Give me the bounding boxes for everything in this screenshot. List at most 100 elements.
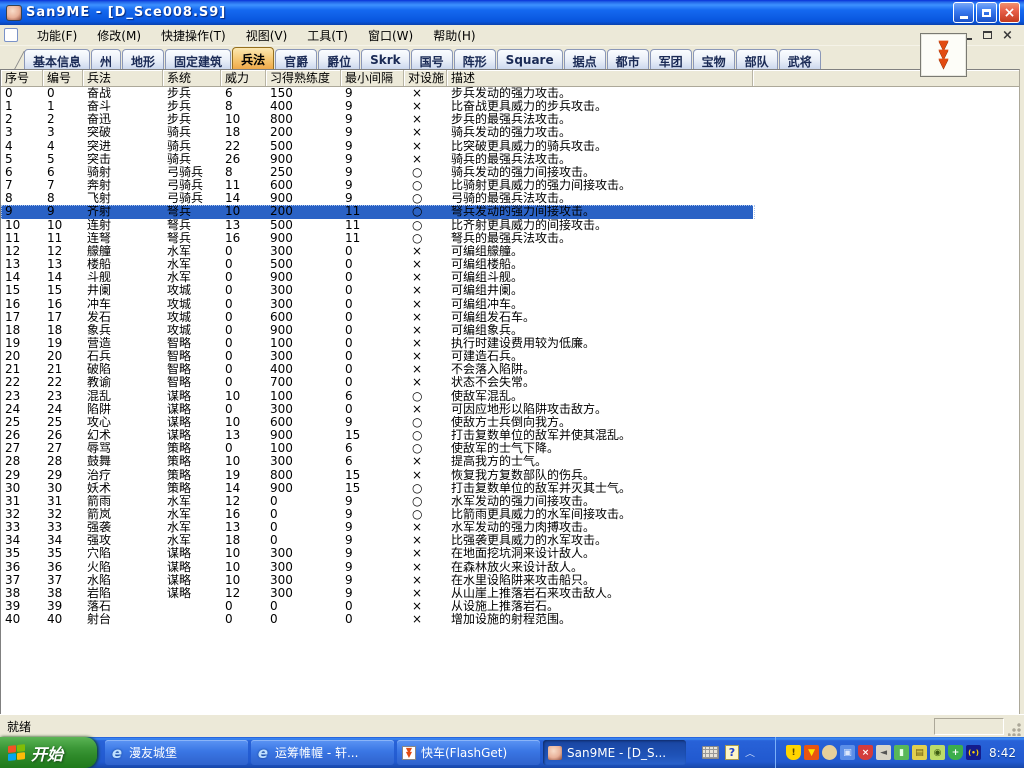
volume-icon[interactable]: ◄ xyxy=(876,745,892,760)
table-row[interactable]: 21 21 破陷 智略 0 400 0 × 不会落入陷阱。 xyxy=(1,363,1019,377)
toolbar-expand-icon[interactable]: ︿ xyxy=(745,747,755,759)
column-header[interactable]: 兵法 xyxy=(83,70,163,86)
table-row[interactable]: 34 34 强攻 水军 18 0 9 × 比强袭更具威力的水军攻击。 xyxy=(1,534,1019,548)
table-row[interactable]: 19 19 营造 智略 0 100 0 × 执行时建设费用较为低廉。 xyxy=(1,336,1019,351)
table-row[interactable]: 13 13 楼船 水军 0 500 0 × 可编组楼船。 xyxy=(1,258,1019,272)
tab-country-title[interactable]: 国号 xyxy=(410,49,453,69)
menu-function[interactable]: 功能(F) xyxy=(28,25,86,46)
child-restore-button[interactable] xyxy=(979,28,996,43)
table-row[interactable]: 11 11 连弩 弩兵 16 900 11 ○ 弩兵的最强兵法攻击。 xyxy=(1,231,1019,245)
tab-tactics[interactable]: 兵法 xyxy=(232,47,275,69)
tab-province[interactable]: 州 xyxy=(91,49,122,69)
table-row[interactable]: 30 30 妖术 策略 14 900 15 ○ 打击复数单位的敌军并灭其士气。 xyxy=(1,481,1019,495)
child-close-button[interactable]: × xyxy=(999,28,1016,43)
table-row[interactable]: 0 0 奋战 步兵 6 150 9 × 步兵发动的强力攻击。 xyxy=(1,87,1019,101)
table-row[interactable]: 16 16 冲车 攻城 0 300 0 × 可编组冲车。 xyxy=(1,297,1019,311)
resize-grip-icon[interactable] xyxy=(1008,722,1022,736)
table-row[interactable]: 24 24 陷阱 谋略 0 300 0 × 可因应地形以陷阱攻击敌方。 xyxy=(1,402,1019,416)
tab-city[interactable]: 都市 xyxy=(606,49,649,69)
flashget-tray-icon[interactable]: ▼ xyxy=(804,745,820,760)
table-row[interactable]: 33 33 强袭 水军 13 0 9 × 水军发动的强力肉搏攻击。 xyxy=(1,521,1019,535)
table-row[interactable]: 20 20 石兵 智略 0 300 0 × 可建造石兵。 xyxy=(1,350,1019,364)
tab-officers[interactable]: 武将 xyxy=(778,49,821,69)
tab-formation[interactable]: 阵形 xyxy=(453,49,496,69)
table-row[interactable]: 9 9 齐射 弩兵 10 200 11 ○ 弩兵发动的强力间接攻击。 xyxy=(1,205,1019,221)
table-row[interactable]: 2 2 奋迅 步兵 10 800 9 × 步兵的最强兵法攻击。 xyxy=(1,113,1019,127)
menu-shortcut-actions[interactable]: 快捷操作(T) xyxy=(152,25,235,46)
menu-modify[interactable]: 修改(M) xyxy=(88,25,150,46)
table-row[interactable]: 8 8 飞射 弓骑兵 14 900 9 ○ 弓骑的最强兵法攻击。 xyxy=(1,192,1019,206)
menu-view[interactable]: 视图(V) xyxy=(237,25,297,46)
table-row[interactable]: 17 17 发石 攻城 0 600 0 × 可编组发石车。 xyxy=(1,310,1019,324)
column-header[interactable]: 威力 xyxy=(221,70,266,86)
table-row[interactable]: 3 3 突破 骑兵 18 200 9 × 骑兵发动的强力攻击。 xyxy=(1,126,1019,140)
table-row[interactable]: 27 27 辱骂 策略 0 100 6 ○ 使敌军的士气下降。 xyxy=(1,442,1019,456)
table-row[interactable]: 5 5 突击 骑兵 26 900 9 × 骑兵的最强兵法攻击。 xyxy=(1,152,1019,166)
minimize-button[interactable] xyxy=(953,2,974,23)
table-row[interactable]: 28 28 鼓舞 策略 10 300 6 × 提高我方的士气。 xyxy=(1,455,1019,469)
column-header[interactable]: 描述 xyxy=(447,70,753,86)
pet-antivirus-icon[interactable] xyxy=(822,745,838,760)
column-header[interactable]: 系统 xyxy=(163,70,221,86)
keyboard-icon[interactable] xyxy=(702,746,719,759)
taskbar-task-avatar[interactable]: San9ME - [D_S... xyxy=(543,740,686,765)
tab-square[interactable]: Square xyxy=(496,49,563,69)
wireless-signal-icon[interactable]: (•) xyxy=(966,745,982,760)
antivirus-shield-icon[interactable]: + xyxy=(948,745,964,760)
tab-base[interactable]: 据点 xyxy=(563,49,606,69)
table-row[interactable]: 4 4 突进 骑兵 22 500 9 × 比突破更具威力的骑兵攻击。 xyxy=(1,139,1019,153)
security-center-icon[interactable]: × xyxy=(858,745,874,760)
tab-troops[interactable]: 部队 xyxy=(735,49,778,69)
table-row[interactable]: 22 22 教谕 智略 0 700 0 × 状态不会失常。 xyxy=(1,376,1019,390)
table-row[interactable]: 10 10 连射 弩兵 13 500 11 ○ 比齐射更具威力的间接攻击。 xyxy=(1,218,1019,232)
taskbar-task-ie[interactable]: e 漫友城堡 xyxy=(105,740,248,765)
column-header[interactable]: 习得熟练度 xyxy=(266,70,341,86)
start-button[interactable]: 开始 xyxy=(0,737,97,768)
tab-terrain[interactable]: 地形 xyxy=(122,49,165,69)
help-icon[interactable]: ? xyxy=(725,745,739,760)
table-row[interactable]: 37 37 水陷 谋略 10 300 9 × 在水里设陷阱来攻击船只。 xyxy=(1,573,1019,587)
tab-fixed-buildings[interactable]: 固定建筑 xyxy=(165,49,232,69)
tab-basic-info[interactable]: 基本信息 xyxy=(24,49,91,69)
column-header[interactable]: 对设施 xyxy=(404,70,447,86)
table-row[interactable]: 1 1 奋斗 步兵 8 400 9 × 比奋战更具威力的步兵攻击。 xyxy=(1,100,1019,114)
menu-help[interactable]: 帮助(H) xyxy=(424,25,484,46)
memory-cards-icon[interactable]: ▤ xyxy=(912,745,928,760)
table-row[interactable]: 40 40 射台 0 0 0 × 增加设施的射程范围。 xyxy=(1,613,1019,627)
table-row[interactable]: 6 6 骑射 弓骑兵 8 250 9 ○ 骑兵发动的强力间接攻击。 xyxy=(1,165,1019,180)
network-places-icon[interactable]: ▣ xyxy=(840,745,856,760)
taskbar-task-flashget[interactable]: ▼ ▼ 快车(FlashGet) xyxy=(397,740,540,765)
flashget-drop-target[interactable]: ▼ ▼ ▼ xyxy=(920,33,967,77)
table-row[interactable]: 29 29 治疗 策略 19 800 15 × 恢复我方复数部队的伤兵。 xyxy=(1,468,1019,482)
table-row[interactable]: 32 32 箭岚 水军 16 0 9 ○ 比箭雨更具威力的水军间接攻击。 xyxy=(1,508,1019,522)
monitor-eye-icon[interactable]: ◉ xyxy=(930,745,946,760)
table-row[interactable]: 12 12 艨艟 水军 0 300 0 × 可编组艨艟。 xyxy=(1,244,1019,259)
restore-button[interactable] xyxy=(976,2,997,23)
close-button[interactable]: × xyxy=(999,2,1020,23)
tab-treasure[interactable]: 宝物 xyxy=(692,49,735,69)
tab-skrk[interactable]: Skrk xyxy=(361,49,410,69)
taskbar-task-ie[interactable]: e 运筹帷幄 - 轩... xyxy=(251,740,394,765)
table-row[interactable]: 39 39 落石 0 0 0 × 从设施上推落岩石。 xyxy=(1,600,1019,614)
menu-tools[interactable]: 工具(T) xyxy=(298,25,357,46)
table-row[interactable]: 38 38 岩陷 谋略 12 300 9 × 从山崖上推落岩石来攻击敌人。 xyxy=(1,586,1019,601)
table-row[interactable]: 7 7 奔射 弓骑兵 11 600 9 ○ 比骑射更具威力的强力间接攻击。 xyxy=(1,179,1019,193)
usb-device-icon[interactable]: ▮ xyxy=(894,745,910,760)
column-header[interactable]: 最小间隔 xyxy=(341,70,404,86)
table-row[interactable]: 35 35 穴陷 谋略 10 300 9 × 在地面挖坑洞来设计敌人。 xyxy=(1,547,1019,561)
table-row[interactable]: 25 25 攻心 谋略 10 600 9 ○ 使敌方士兵倒向我方。 xyxy=(1,415,1019,430)
tab-official-rank[interactable]: 官爵 xyxy=(275,49,318,69)
menu-window[interactable]: 窗口(W) xyxy=(359,25,422,46)
table-row[interactable]: 36 36 火陷 谋略 10 300 9 × 在森林放火来设计敌人。 xyxy=(1,560,1019,574)
tab-corps[interactable]: 军团 xyxy=(649,49,692,69)
tab-nobility[interactable]: 爵位 xyxy=(318,49,361,69)
column-header[interactable]: 序号 xyxy=(1,70,43,86)
column-header[interactable]: 编号 xyxy=(43,70,83,86)
table-row[interactable]: 23 23 混乱 谋略 10 100 6 ○ 使敌军混乱。 xyxy=(1,389,1019,403)
table-row[interactable]: 15 15 井阑 攻城 0 300 0 × 可编组井阑。 xyxy=(1,284,1019,298)
table-row[interactable]: 31 31 箭雨 水军 12 0 9 ○ 水军发动的强力间接攻击。 xyxy=(1,494,1019,508)
security-alert-icon[interactable]: ! xyxy=(786,745,802,760)
table-row[interactable]: 14 14 斗舰 水军 0 900 0 × 可编组斗舰。 xyxy=(1,271,1019,285)
table-row[interactable]: 18 18 象兵 攻城 0 900 0 × 可编组象兵。 xyxy=(1,323,1019,337)
table-row[interactable]: 26 26 幻术 谋略 13 900 15 ○ 打击复数单位的敌军并使其混乱。 xyxy=(1,429,1019,443)
